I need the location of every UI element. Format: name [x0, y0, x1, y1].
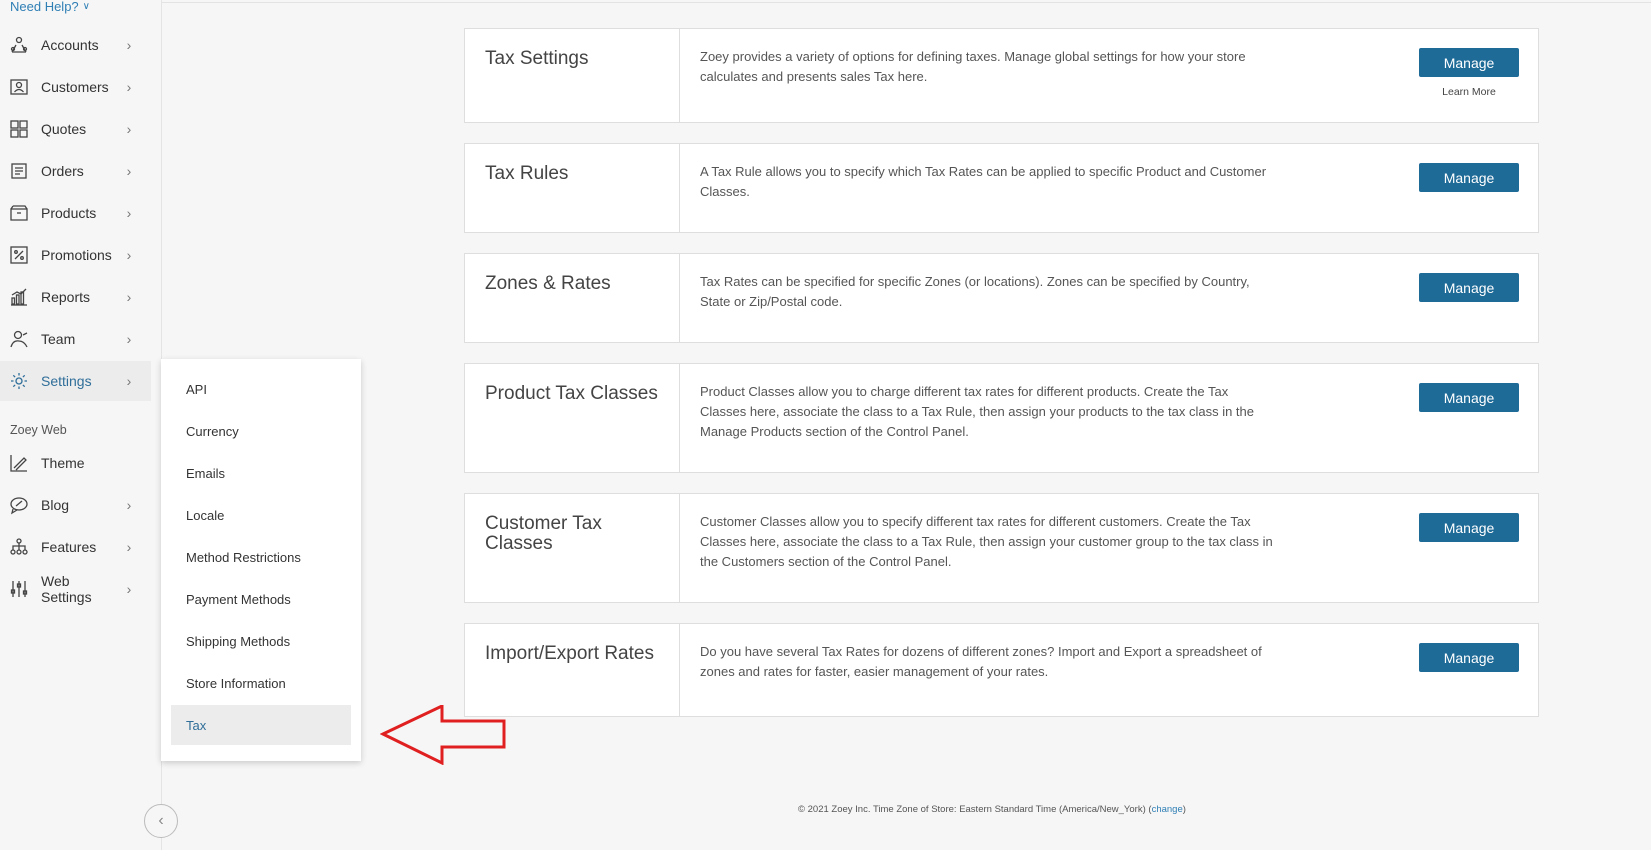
import-export-rates-card: Import/Export Rates Do you have several …	[464, 623, 1539, 717]
sidebar-item-reports[interactable]: Reports ›	[0, 277, 151, 317]
learn-more-link[interactable]: Learn More	[1419, 86, 1519, 98]
zoey-web-section-label: Zoey Web	[10, 423, 67, 437]
manage-tax-rules-button[interactable]: Manage	[1419, 163, 1519, 192]
products-icon	[8, 202, 30, 224]
customer-tax-classes-card: Customer Tax Classes Customer Classes al…	[464, 493, 1539, 603]
sidebar-item-label: Accounts	[41, 37, 99, 53]
need-help-label: Need Help?	[10, 0, 79, 14]
chevron-right-icon: ›	[126, 581, 132, 597]
settings-flyout-menu: API Currency Emails Locale Method Restri…	[161, 359, 361, 761]
card-title: Product Tax Classes	[465, 364, 680, 472]
features-icon	[8, 536, 30, 558]
settings-menu-locale[interactable]: Locale	[171, 495, 351, 535]
card-title: Zones & Rates	[465, 254, 680, 342]
sidebar-item-promotions[interactable]: Promotions ›	[0, 235, 151, 275]
chevron-right-icon: ›	[126, 247, 132, 263]
chevron-right-icon: ›	[126, 331, 132, 347]
chevron-right-icon: ›	[126, 289, 132, 305]
sidebar-item-label: Team	[41, 331, 76, 347]
change-timezone-link[interactable]: change	[1152, 804, 1183, 815]
sidebar-item-features[interactable]: Features ›	[0, 527, 151, 567]
manage-tax-settings-button[interactable]: Manage	[1419, 48, 1519, 77]
blog-icon	[8, 494, 30, 516]
sidebar-item-web-settings[interactable]: Web Settings ›	[0, 569, 151, 609]
sidebar-item-label: Reports	[41, 289, 91, 305]
accounts-icon	[8, 34, 30, 56]
chevron-right-icon: ›	[126, 497, 132, 513]
sidebar-item-blog[interactable]: Blog ›	[0, 485, 151, 525]
sidebar-item-customers[interactable]: Customers ›	[0, 67, 151, 107]
sidebar-item-settings[interactable]: Settings ›	[0, 361, 151, 401]
sidebar-item-label: Theme	[41, 455, 85, 471]
theme-icon	[8, 452, 30, 474]
card-description: Customer Classes allow you to specify di…	[700, 514, 1273, 569]
manage-product-tax-classes-button[interactable]: Manage	[1419, 383, 1519, 412]
chevron-right-icon: ›	[126, 373, 132, 389]
sidebar: Need Help? ∨ Accounts › Customers › Quot…	[0, 0, 162, 850]
chevron-right-icon: ›	[126, 79, 132, 95]
card-description: Do you have several Tax Rates for dozens…	[700, 644, 1262, 679]
tax-rules-card: Tax Rules A Tax Rule allows you to speci…	[464, 143, 1539, 233]
card-title: Tax Settings	[465, 29, 680, 122]
team-icon	[8, 328, 30, 350]
card-title: Import/Export Rates	[465, 624, 680, 716]
zones-rates-card: Zones & Rates Tax Rates can be specified…	[464, 253, 1539, 343]
settings-menu-tax[interactable]: Tax	[171, 705, 351, 745]
footer-close: )	[1182, 804, 1186, 815]
sidebar-item-label: Orders	[41, 163, 84, 179]
chevron-right-icon: ›	[126, 37, 132, 53]
settings-menu-api[interactable]: API	[171, 369, 351, 409]
annotation-arrow-icon	[380, 705, 506, 765]
settings-menu-method-restrictions[interactable]: Method Restrictions	[171, 537, 351, 577]
settings-menu-emails[interactable]: Emails	[171, 453, 351, 493]
manage-customer-tax-classes-button[interactable]: Manage	[1419, 513, 1519, 542]
card-description: Tax Rates can be specified for specific …	[700, 274, 1250, 309]
quotes-icon	[8, 118, 30, 140]
settings-menu-currency[interactable]: Currency	[171, 411, 351, 451]
footer: © 2021 Zoey Inc. Time Zone of Store: Eas…	[798, 804, 1186, 815]
card-description: A Tax Rule allows you to specify which T…	[700, 164, 1267, 199]
orders-icon	[8, 160, 30, 182]
sidebar-item-theme[interactable]: Theme	[0, 443, 151, 483]
sidebar-item-team[interactable]: Team ›	[0, 319, 151, 359]
product-tax-classes-card: Product Tax Classes Product Classes allo…	[464, 363, 1539, 473]
chevron-right-icon: ›	[126, 205, 132, 221]
sidebar-item-label: Quotes	[41, 121, 87, 137]
chevron-right-icon: ›	[126, 539, 132, 555]
tax-settings-card: Tax Settings Zoey provides a variety of …	[464, 28, 1539, 123]
footer-text: © 2021 Zoey Inc. Time Zone of Store: Eas…	[798, 804, 1152, 815]
manage-zones-rates-button[interactable]: Manage	[1419, 273, 1519, 302]
chevron-right-icon: ›	[126, 163, 132, 179]
sidebar-item-quotes[interactable]: Quotes ›	[0, 109, 151, 149]
manage-import-export-rates-button[interactable]: Manage	[1419, 643, 1519, 672]
sidebar-item-accounts[interactable]: Accounts ›	[0, 25, 151, 65]
chevron-left-icon: ‹	[158, 812, 164, 829]
top-divider	[162, 2, 1651, 3]
settings-menu-store-information[interactable]: Store Information	[171, 663, 351, 703]
need-help-link[interactable]: Need Help? ∨	[10, 0, 90, 14]
sidebar-item-products[interactable]: Products ›	[0, 193, 151, 233]
sidebar-item-orders[interactable]: Orders ›	[0, 151, 151, 191]
sidebar-item-label: Customers	[41, 79, 109, 95]
sidebar-item-label: Promotions	[41, 247, 112, 263]
sidebar-item-label: Features	[41, 539, 97, 555]
sidebar-item-label: Settings	[41, 373, 92, 389]
collapse-sidebar-button[interactable]: ‹	[144, 804, 178, 838]
card-title: Tax Rules	[465, 144, 680, 232]
card-description: Product Classes allow you to charge diff…	[700, 384, 1254, 439]
chevron-right-icon: ›	[126, 121, 132, 137]
web-settings-icon	[8, 578, 30, 600]
sidebar-item-label: Web Settings	[41, 573, 92, 605]
sidebar-item-label: Blog	[41, 497, 70, 513]
promotions-icon	[8, 244, 30, 266]
chevron-down-icon: ∨	[82, 1, 90, 12]
sidebar-item-label: Products	[41, 205, 97, 221]
card-description: Zoey provides a variety of options for d…	[700, 49, 1246, 84]
card-title: Customer Tax Classes	[465, 494, 680, 602]
customers-icon	[8, 76, 30, 98]
reports-icon	[8, 286, 30, 308]
settings-menu-shipping-methods[interactable]: Shipping Methods	[171, 621, 351, 661]
settings-menu-payment-methods[interactable]: Payment Methods	[171, 579, 351, 619]
settings-icon	[8, 370, 30, 392]
